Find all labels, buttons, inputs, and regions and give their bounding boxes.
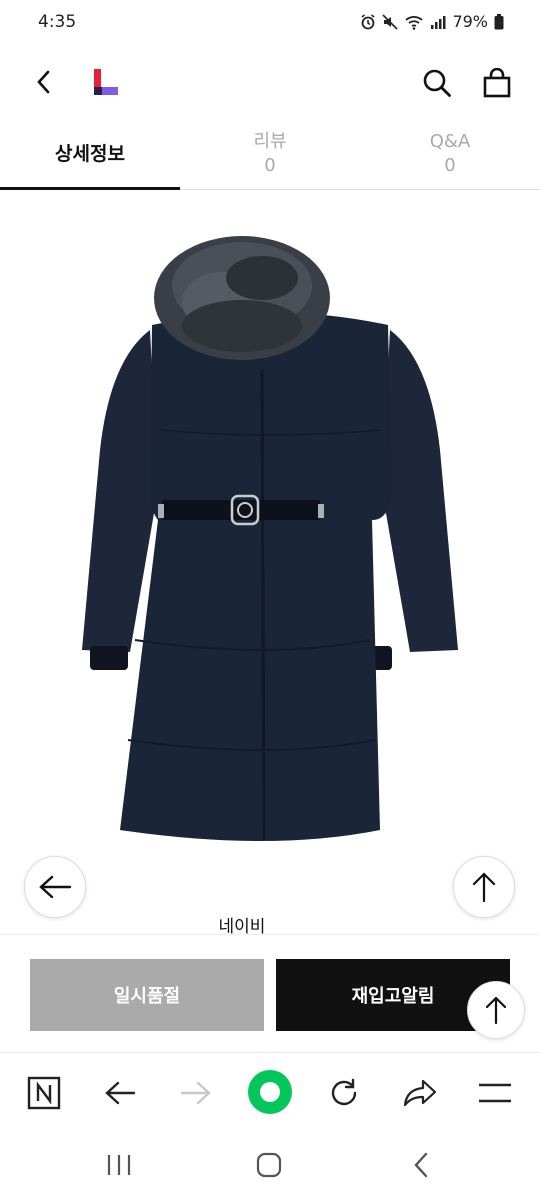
status-icons: 79%: [360, 12, 504, 31]
naver-home-button[interactable]: [22, 1071, 66, 1115]
status-time: 4:35: [38, 12, 77, 32]
recent-apps-button[interactable]: [96, 1144, 142, 1186]
arrow-left-icon: [105, 1081, 136, 1105]
tab-label: Q&A: [429, 131, 471, 152]
lotte-l-logo-icon: [94, 69, 118, 95]
system-navigation-bar: [0, 1130, 540, 1200]
arrow-right-icon: [180, 1081, 211, 1105]
menu-button[interactable]: [472, 1071, 518, 1115]
browser-toolbar: [0, 1052, 540, 1130]
naver-n-icon: [27, 1076, 61, 1110]
tab-qna[interactable]: Q&A 0: [360, 118, 540, 190]
chevron-left-icon: [414, 1152, 428, 1178]
shopping-bag-icon: [483, 68, 511, 98]
browser-back-button[interactable]: [98, 1071, 142, 1115]
tab-label: 상세정보: [55, 143, 125, 165]
system-back-button[interactable]: [398, 1144, 444, 1186]
browser-forward-button[interactable]: [174, 1071, 218, 1115]
alarm-icon: [361, 13, 375, 29]
scroll-top-floating-button[interactable]: [467, 981, 525, 1039]
tab-label: 리뷰: [253, 131, 287, 152]
tab-count: 0: [264, 155, 276, 176]
prev-image-button[interactable]: [24, 856, 86, 918]
brand-logo[interactable]: [86, 62, 126, 102]
search-icon: [423, 69, 451, 97]
status-bar: 4:35 79%: [0, 0, 540, 46]
refresh-icon: [331, 1078, 357, 1106]
signal-icon: [431, 15, 446, 29]
share-arrow-icon: [403, 1079, 437, 1107]
product-coat-image: [82, 236, 458, 841]
tab-reviews[interactable]: 리뷰 0: [180, 118, 360, 190]
share-button[interactable]: [398, 1071, 442, 1115]
home-icon: [256, 1152, 282, 1178]
search-button[interactable]: [414, 60, 460, 106]
arrow-up-icon: [472, 872, 496, 903]
app-header: [0, 46, 540, 118]
back-button[interactable]: [22, 60, 66, 104]
arrow-left-icon: [39, 875, 72, 899]
purchase-bar: 일시품절 재입고알림: [0, 934, 540, 1052]
mute-icon: [382, 13, 399, 30]
sold-out-button[interactable]: 일시품절: [30, 959, 264, 1031]
green-dot-button[interactable]: [246, 1068, 294, 1116]
scroll-top-button[interactable]: [453, 856, 515, 918]
home-button[interactable]: [246, 1144, 292, 1186]
product-tabs: 상세정보 리뷰 0 Q&A 0: [0, 118, 540, 190]
recent-apps-icon: [107, 1155, 131, 1175]
battery-percent: 79%: [452, 12, 488, 31]
wifi-icon: [405, 15, 424, 30]
green-dot-icon: [248, 1070, 292, 1114]
tab-detail-info[interactable]: 상세정보: [0, 118, 180, 190]
battery-icon: [494, 13, 504, 29]
tab-count: 0: [444, 155, 456, 176]
arrow-up-icon: [485, 996, 507, 1025]
hamburger-menu-icon: [479, 1083, 511, 1103]
shopping-bag-button[interactable]: [474, 60, 520, 106]
product-image-area: [0, 190, 540, 935]
refresh-button[interactable]: [322, 1071, 366, 1115]
chevron-left-icon: [37, 70, 50, 94]
